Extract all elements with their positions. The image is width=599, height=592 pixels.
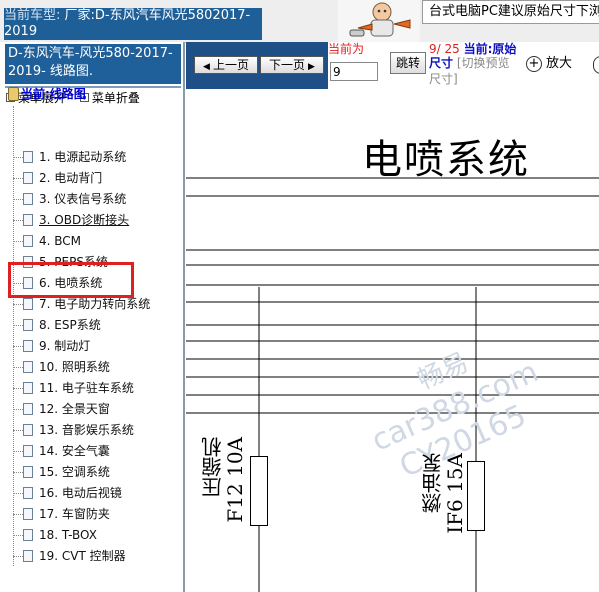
tree-item-label: 19. CVT 控制器 [39,549,126,563]
size-label: 尺寸 [429,56,454,70]
tree-item-label: 11. 电子驻车系统 [39,381,134,395]
document-icon [23,549,33,562]
tree-root[interactable]: 当前:线路图 [8,86,86,102]
tree-item-label: 10. 照明系统 [39,360,110,374]
doc-title: D-东风汽车-风光580-2017-2019- 线路图. [5,44,181,84]
document-icon [23,213,33,226]
tree-item-label: 3. OBD诊断接头 [39,213,130,227]
fuse-left-name: 压缩机 [201,437,225,497]
jump-button[interactable]: 跳转 [390,52,426,74]
left-arrow-icon: ◀ [203,62,210,72]
page-controls: 当前为 跳转 9/ 25 当前:原始 尺寸 [切换预览 尺寸] + 放大 [328,42,599,89]
tree-item[interactable]: 16. 电动后视镜 [13,484,122,502]
zoom-in-button[interactable]: + 放大 [526,55,572,73]
tip-banner: 台式电脑PC建议原始尺寸下浏览 [422,0,599,24]
zoom-label: 放大 [546,56,573,71]
tree-item-label: 3. 仪表信号系统 [39,192,127,206]
tree-item[interactable]: 2. 电动背门 [13,169,102,187]
fuse-right-code: IF6 15A [443,453,467,534]
document-icon [23,360,33,373]
document-icon [23,234,33,247]
mode-value: 原始 [492,42,517,56]
document-icon [23,381,33,394]
prev-page-label: 上一页 [212,58,249,72]
page-number-input[interactable] [330,62,378,81]
fuse-left-symbol [250,456,268,526]
tree-item-label: 2. 电动背门 [39,171,103,185]
prev-page-button[interactable]: ◀ 上一页 [194,56,258,74]
tree-item[interactable]: 10. 照明系统 [13,358,110,376]
tree-item[interactable]: 13. 音影娱乐系统 [13,421,134,439]
next-page-label: 下一页 [269,58,306,72]
folder-icon [8,86,19,101]
zoom-in-icon: + [526,55,542,72]
tree-item[interactable]: 4. BCM [13,232,81,250]
tree-item-label: 9. 制动灯 [39,339,91,353]
size-mode: 尺寸 [切换预览 [429,56,510,71]
tree-item-label: 14. 安全气囊 [39,444,110,458]
menu-collapse-button[interactable]: 菜单折叠 [79,91,140,105]
tree-item-label: 16. 电动后视镜 [39,486,122,500]
tree-item-label: 18. T-BOX [39,528,97,542]
tree-item-label: 1. 电源起动系统 [39,150,127,164]
selection-highlight [8,262,134,298]
tree-item[interactable]: 15. 空调系统 [13,463,110,481]
vehicle-title: 当前车型: 厂家:D-东风汽车风光5802017-2019 [4,8,262,40]
document-icon [23,339,33,352]
tree-root-label: 当前:线路图 [21,87,86,101]
document-icon [23,150,33,163]
document-icon [23,192,33,205]
tree-item-label: 7. 电子助力转向系统 [39,297,151,311]
tree-item-label: 17. 车窗防夹 [39,507,110,521]
document-icon [23,318,33,331]
document-icon [23,486,33,499]
top-bar: 当前车型: 厂家:D-东风汽车风光5802017-2019 台式电脑PC建议原始… [0,0,599,43]
tree-item[interactable]: 11. 电子驻车系统 [13,379,134,397]
tree-item[interactable]: 3. 仪表信号系统 [13,190,126,208]
zoom-out-icon[interactable] [593,56,599,74]
vehicle-label: 当前车型: [4,8,61,23]
mode-label: 当前: [463,42,493,56]
tree-item[interactable]: 9. 制动灯 [13,337,90,355]
page-count-value: 9/ 25 [429,42,460,56]
diagram-heading: 电喷系统 [362,137,530,183]
document-icon [23,423,33,436]
tree-item-label: 12. 全景天窗 [39,402,110,416]
document-icon [23,171,33,184]
tree-item-label: 8. ESP系统 [39,318,101,332]
switch-preview-link[interactable]: [切换预览 [457,56,510,70]
document-view[interactable]: 电喷系统 畅易 car388.com CY20165 压缩机 F12 10A 燃… [186,89,599,592]
tree-item[interactable]: 18. T-BOX [13,526,97,544]
document-icon [23,528,33,541]
tree-item[interactable]: 19. CVT 控制器 [13,547,126,565]
fuse-right-name: 燃油泵 [421,453,445,513]
document-icon [23,402,33,415]
switch-preview-link-2[interactable]: 尺寸] [429,72,458,87]
tree-item-label: 15. 空调系统 [39,465,110,479]
document-icon [23,444,33,457]
fuse-left-code: F12 10A [223,437,247,523]
tree-item[interactable]: 14. 安全气囊 [13,442,110,460]
tree-item[interactable]: 8. ESP系统 [13,316,101,334]
mascot-icon [338,0,420,42]
document-icon [23,465,33,478]
document-icon [23,507,33,520]
collapse-label: 菜单折叠 [91,91,140,105]
current-page-label: 当前为 [328,42,365,56]
right-arrow-icon: ▶ [308,62,315,72]
page-count: 9/ 25 当前:原始 [429,42,516,57]
tree-item[interactable]: 12. 全景天窗 [13,400,110,418]
tree-item[interactable]: 17. 车窗防夹 [13,505,110,523]
tree-item[interactable]: 3. OBD诊断接头 [13,211,129,229]
tree-item-label: 13. 音影娱乐系统 [39,423,134,437]
tree-item[interactable]: 1. 电源起动系统 [13,148,126,166]
document-icon [23,297,33,310]
next-page-button[interactable]: 下一页 ▶ [260,56,324,74]
fuse-right-symbol [467,461,485,531]
tree-item-label: 4. BCM [39,234,82,248]
